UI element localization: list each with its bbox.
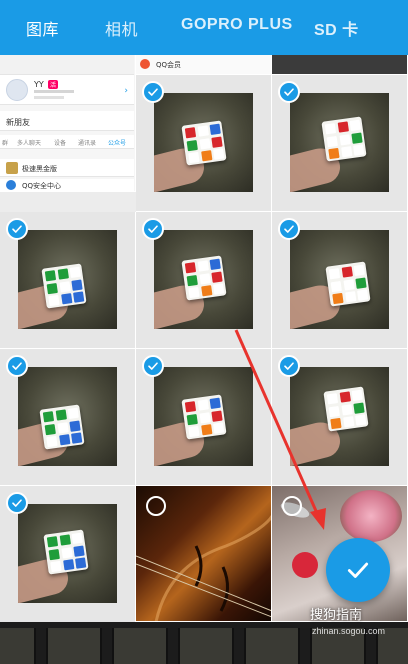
filmstrip-frame — [46, 628, 102, 664]
filmstrip-frame — [178, 628, 234, 664]
watermark: 搜狗指南 — [310, 607, 363, 622]
confirm-button[interactable] — [326, 538, 390, 602]
filmstrip-frame — [112, 628, 168, 664]
filmstrip-frame — [0, 628, 36, 664]
filmstrip-frame — [244, 628, 300, 664]
watermark-url: zhinan.sogou.com — [312, 626, 386, 636]
check-icon — [347, 562, 369, 578]
